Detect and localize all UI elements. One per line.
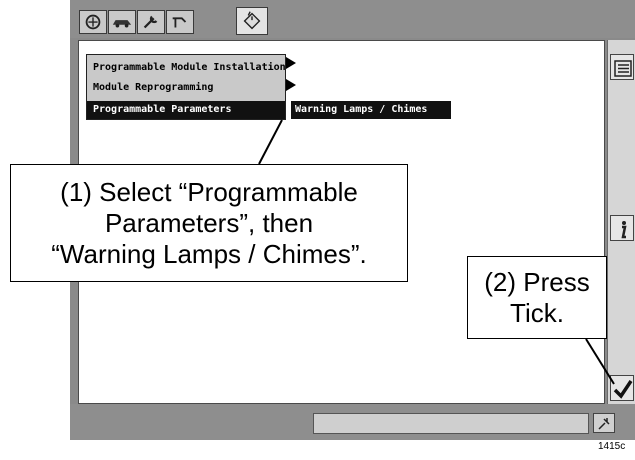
diagnostics-tab[interactable] (137, 10, 165, 34)
callout-step1-line3: “Warning Lamps / Chimes”. (51, 239, 367, 269)
submenu-item-warning-lamps-chimes[interactable]: Warning Lamps / Chimes (291, 101, 451, 119)
wrench-icon (143, 15, 158, 29)
callout-step1: (1) Select “Programmable Parameters”, th… (10, 164, 408, 282)
help-icon (598, 418, 610, 430)
info-icon (621, 221, 627, 239)
figure-number: 1415c (598, 441, 626, 452)
tools-icon (172, 17, 187, 28)
callout-step1-line1: (1) Select “Programmable (60, 177, 358, 207)
callout-step2-line2: Tick. (510, 298, 564, 328)
vehicle-id-icon (85, 14, 101, 30)
main-menu: Programmable Module Installation Module … (86, 54, 286, 120)
list-button[interactable] (610, 54, 634, 80)
callout-step2-line1: (2) Press (484, 267, 590, 297)
menu-item-programmable-module-installation[interactable]: Programmable Module Installation (87, 59, 286, 77)
vehicle-tab[interactable] (108, 10, 136, 34)
info-button[interactable] (610, 215, 634, 241)
submenu-arrow-icon (286, 57, 296, 69)
callout-step2: (2) Press Tick. (467, 256, 607, 339)
list-icon (614, 60, 632, 77)
toolbox-icon (243, 11, 261, 30)
tick-icon (613, 380, 633, 399)
menu-item-programmable-parameters[interactable]: Programmable Parameters (87, 101, 285, 119)
menu-item-module-reprogramming[interactable]: Module Reprogramming (87, 79, 285, 97)
toolbox-tab[interactable] (236, 7, 268, 35)
vehicle-id-tab[interactable] (79, 10, 107, 34)
callout-step1-line2: Parameters”, then (104, 208, 314, 238)
status-field (313, 413, 589, 434)
tools-tab[interactable] (166, 10, 194, 34)
tick-button[interactable] (610, 375, 634, 401)
help-button[interactable] (593, 413, 615, 433)
car-icon (112, 20, 132, 28)
submenu-arrow-icon (286, 79, 296, 91)
